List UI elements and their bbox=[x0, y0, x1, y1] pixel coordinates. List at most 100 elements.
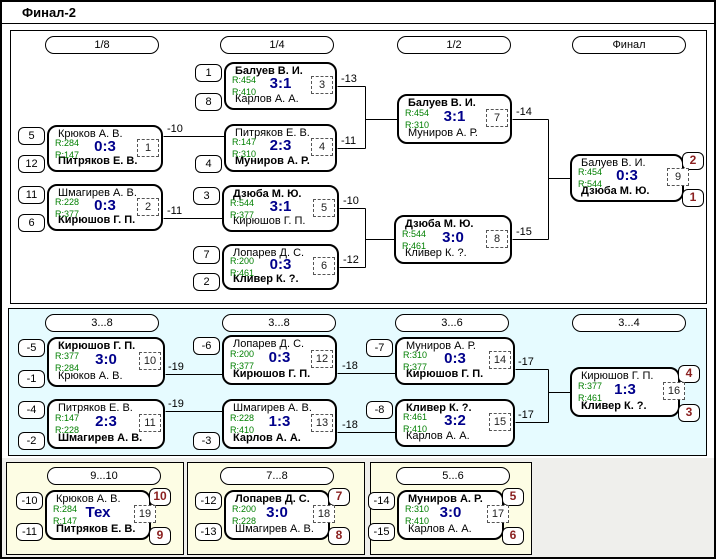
match-box-18[interactable]: Лопарев Д. С.R:200-127Шмагирев А. В.R:22… bbox=[224, 490, 330, 540]
match-box-2[interactable]: Шмагирев А. В.R:22811Кирюшов Г. П.R:3776… bbox=[47, 184, 163, 231]
match-number: 9 bbox=[667, 168, 689, 186]
loser-dest-label: -17 bbox=[518, 409, 534, 421]
match-number: 16 bbox=[663, 382, 685, 400]
seed-badge: -13 bbox=[195, 523, 222, 541]
seed-badge: -12 bbox=[195, 492, 222, 510]
place-badge: 1 bbox=[682, 189, 704, 207]
seed-badge: 5 bbox=[18, 127, 45, 145]
loser-dest-label: -19 bbox=[168, 361, 184, 373]
place-badge: 7 bbox=[328, 488, 350, 506]
seed-badge: 1 bbox=[195, 64, 222, 82]
match-box-9[interactable]: Балуев В. И.R:4542Дзюба М. Ю.R:54410:39 bbox=[570, 154, 684, 202]
title-bar: Финал-2 bbox=[2, 2, 714, 24]
match-box-19[interactable]: Крюков А. В.R:284-1010Питряков Е. В.R:14… bbox=[45, 490, 151, 540]
match-number: 7 bbox=[486, 109, 508, 127]
seed-badge: -3 bbox=[193, 432, 220, 450]
loser-dest-label: -19 bbox=[168, 398, 184, 410]
window-title: Финал-2 bbox=[22, 5, 76, 20]
seed-badge: -7 bbox=[366, 339, 393, 357]
match-box-14[interactable]: Муниров А. Р.R:310-7Кирюшов Г. П.R:3770:… bbox=[395, 337, 515, 385]
seed-badge: -10 bbox=[16, 492, 43, 510]
round-header: 3...8 bbox=[45, 314, 159, 332]
match-number: 10 bbox=[139, 352, 161, 370]
seed-badge: -4 bbox=[18, 401, 45, 419]
round-header: 1/2 bbox=[397, 36, 511, 54]
seed-badge: -14 bbox=[368, 492, 395, 510]
round-header: 3...8 bbox=[222, 314, 336, 332]
place-badge: 5 bbox=[502, 488, 524, 506]
loser-dest-label: -18 bbox=[342, 419, 358, 431]
place-badge: 10 bbox=[149, 488, 171, 506]
match-box-8[interactable]: Дзюба М. Ю.R:544Кливер К. ?.R:4613:08 bbox=[394, 215, 512, 264]
seed-badge: -8 bbox=[366, 401, 393, 419]
match-number: 5 bbox=[313, 199, 335, 217]
seed-badge: -1 bbox=[18, 370, 45, 388]
match-box-12[interactable]: Лопарев Д. С.R:200-6Кирюшов Г. П.R:3770:… bbox=[222, 335, 337, 385]
loser-dest-label: -13 bbox=[341, 73, 357, 85]
match-number: 6 bbox=[313, 257, 335, 275]
seed-badge: 6 bbox=[18, 214, 45, 232]
match-number: 2 bbox=[137, 198, 159, 216]
loser-dest-label: -14 bbox=[516, 106, 532, 118]
loser-dest-label: -17 bbox=[518, 356, 534, 368]
match-number: 8 bbox=[486, 230, 508, 248]
round-header: 3...4 bbox=[572, 314, 686, 332]
seed-badge: -15 bbox=[368, 523, 395, 541]
match-box-3[interactable]: Балуев В. И.R:4541Карлов А. А.R:41083:13 bbox=[224, 62, 337, 110]
match-number: 14 bbox=[489, 351, 511, 369]
place-badge: 6 bbox=[502, 527, 524, 545]
loser-dest-label: -12 bbox=[343, 254, 359, 266]
loser-dest-label: -11 bbox=[341, 135, 356, 147]
seed-badge: -6 bbox=[193, 337, 220, 355]
round-header: 9...10 bbox=[47, 467, 161, 485]
match-number: 1 bbox=[137, 139, 159, 157]
match-box-17[interactable]: Муниров А. Р.R:310-145Карлов А. А.R:410-… bbox=[397, 490, 504, 540]
place-badge: 4 bbox=[678, 365, 700, 383]
match-box-4[interactable]: Питряков Е. В.R:147Муниров А. Р.R:31042:… bbox=[224, 124, 337, 172]
match-number: 4 bbox=[311, 138, 333, 156]
seed-badge: 7 bbox=[193, 246, 220, 264]
seed-badge: 3 bbox=[193, 187, 220, 205]
round-header: 7...8 bbox=[220, 467, 334, 485]
seed-badge: 12 bbox=[18, 155, 45, 173]
loser-dest-label: -11 bbox=[167, 205, 182, 217]
round-header: 1/4 bbox=[220, 36, 334, 54]
loser-dest-label: -15 bbox=[516, 226, 532, 238]
match-box-15[interactable]: Кливер К. ?.R:461-8Карлов А. А.R:4103:21… bbox=[395, 399, 515, 447]
app-window: Финал-2 1/8 1/4 1/2 Финал 3...8 3...8 3...6 3..… bbox=[0, 0, 716, 559]
match-number: 13 bbox=[311, 414, 333, 432]
seed-badge: 4 bbox=[195, 155, 222, 173]
match-number: 11 bbox=[139, 414, 161, 432]
seed-badge: -2 bbox=[18, 432, 45, 450]
round-header: 5...6 bbox=[396, 467, 510, 485]
place-badge: 9 bbox=[149, 527, 171, 545]
match-score: 0:3 bbox=[572, 167, 682, 185]
round-header: 3...6 bbox=[395, 314, 509, 332]
match-box-1[interactable]: Крюков А. В.R:2845Питряков Е. В.R:147120… bbox=[47, 125, 163, 172]
match-number: 17 bbox=[487, 505, 509, 523]
loser-dest-label: -10 bbox=[167, 123, 183, 135]
seed-badge: 2 bbox=[193, 273, 220, 291]
match-number: 19 bbox=[134, 505, 156, 523]
loser-dest-label: -10 bbox=[343, 195, 359, 207]
match-box-10[interactable]: Кирюшов Г. П.R:377-5Крюков А. В.R:284-13… bbox=[47, 337, 165, 387]
match-box-5[interactable]: Дзюба М. Ю.R:5443Кирюшов Г. П.R:3773:15 bbox=[222, 185, 339, 232]
seed-badge: 8 bbox=[195, 93, 222, 111]
match-box-7[interactable]: Балуев В. И.R:454Муниров А. Р.R:3103:17 bbox=[397, 94, 512, 144]
place-badge: 8 bbox=[328, 527, 350, 545]
match-number: 12 bbox=[311, 350, 333, 368]
place-badge: 3 bbox=[678, 404, 700, 422]
round-header: 1/8 bbox=[45, 36, 159, 54]
match-number: 18 bbox=[313, 505, 335, 523]
match-box-11[interactable]: Питряков Е. В.R:147-4Шмагирев А. В.R:228… bbox=[47, 399, 165, 449]
seed-badge: 11 bbox=[18, 186, 45, 204]
match-box-6[interactable]: Лопарев Д. С.R:2007Кливер К. ?.R:46120:3… bbox=[222, 244, 339, 290]
seed-badge: -5 bbox=[18, 339, 45, 357]
match-box-13[interactable]: Шмагирев А. В.R:228Карлов А. А.R:410-31:… bbox=[222, 399, 337, 449]
round-header: Финал bbox=[572, 36, 686, 54]
match-number: 15 bbox=[489, 413, 511, 431]
loser-dest-label: -18 bbox=[342, 360, 358, 372]
match-number: 3 bbox=[311, 76, 333, 94]
seed-badge: -11 bbox=[16, 523, 43, 541]
match-box-16[interactable]: Кирюшов Г. П.R:3774Кливер К. ?.R:46131:3… bbox=[570, 367, 680, 417]
